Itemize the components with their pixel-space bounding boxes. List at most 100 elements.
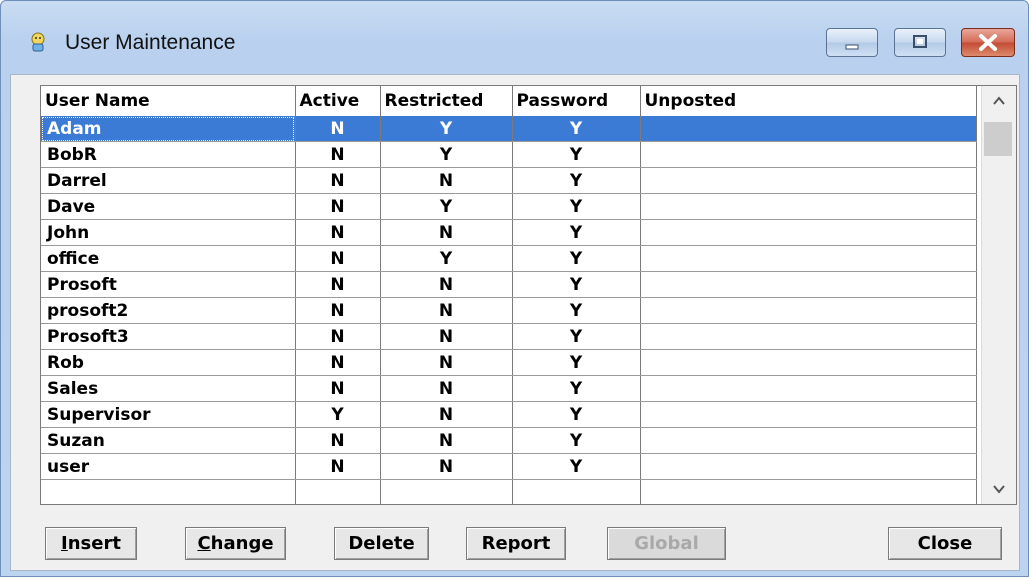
table-row[interactable]: Prosoft N N Y (41, 271, 977, 298)
change-button-label: hange (210, 533, 274, 554)
table-row[interactable]: Adam N Y Y (41, 116, 977, 142)
cell-unposted (640, 271, 977, 298)
cell-restricted: N (380, 427, 513, 454)
cell-user: Supervisor (41, 401, 296, 428)
cell-active: N (295, 141, 381, 168)
cell-active: N (295, 323, 381, 350)
cell-restricted: N (380, 401, 513, 428)
scrollbar-thumb[interactable] (984, 122, 1012, 156)
chevron-down-icon (982, 485, 1016, 504)
table-header-row: User Name Active Restricted Password Unp… (41, 86, 977, 116)
delete-button[interactable]: Delete (334, 527, 429, 560)
user-maintenance-window: User Maintenance User Name Active Restri… (0, 0, 1029, 577)
cell-unposted (640, 427, 977, 454)
table-row[interactable]: prosoft2 N N Y (41, 297, 977, 324)
cell-active: N (295, 297, 381, 324)
cell-unposted (640, 375, 977, 402)
cell-password: Y (512, 193, 641, 220)
maximize-button[interactable] (894, 28, 946, 57)
cell-restricted: N (380, 297, 513, 324)
insert-mnemonic: I (61, 533, 68, 554)
cell-user: John (41, 219, 296, 246)
cell-restricted: N (380, 375, 513, 402)
cell-password: Y (512, 167, 641, 194)
change-button[interactable]: Change (185, 527, 286, 560)
cell-user: Prosoft (41, 271, 296, 298)
cell-restricted: N (380, 349, 513, 376)
column-header-password[interactable]: Password (512, 86, 641, 116)
cell-active: N (295, 219, 381, 246)
table-row[interactable]: John N N Y (41, 219, 977, 246)
cell-user: Rob (41, 349, 296, 376)
close-window-button[interactable] (961, 28, 1015, 57)
column-header-user-name[interactable]: User Name (41, 86, 296, 116)
cell-password: Y (512, 297, 641, 324)
cell-restricted: N (380, 453, 513, 480)
cell-password: Y (512, 453, 641, 480)
window-title: User Maintenance (65, 31, 236, 54)
cell-unposted (640, 193, 977, 220)
table-row[interactable]: Prosoft3 N N Y (41, 323, 977, 350)
cell-active: N (295, 245, 381, 272)
cell-empty (640, 479, 977, 504)
table-row[interactable]: office N Y Y (41, 245, 977, 272)
table-row[interactable]: Suzan N N Y (41, 427, 977, 454)
cell-active: N (295, 271, 381, 298)
cell-active: N (295, 167, 381, 194)
dialog-client-area: User Name Active Restricted Password Unp… (10, 74, 1020, 571)
change-mnemonic: C (197, 533, 211, 554)
table-row[interactable]: Rob N N Y (41, 349, 977, 376)
title-bar[interactable]: User Maintenance (1, 1, 1028, 73)
column-header-unposted[interactable]: Unposted (640, 86, 977, 116)
minimize-icon (827, 29, 877, 56)
table-row[interactable]: BobR N Y Y (41, 141, 977, 168)
report-button[interactable]: Report (466, 527, 566, 560)
cell-active: N (295, 193, 381, 220)
scroll-up-button[interactable] (982, 86, 1016, 116)
cell-user: Sales (41, 375, 296, 402)
cell-active: N (295, 375, 381, 402)
table-row[interactable]: Darrel N N Y (41, 167, 977, 194)
maximize-icon (895, 29, 945, 56)
cell-restricted: Y (380, 141, 513, 168)
table-row[interactable]: Supervisor Y N Y (41, 401, 977, 428)
cell-empty (512, 479, 641, 504)
cell-password: Y (512, 401, 641, 428)
cell-user: prosoft2 (41, 297, 296, 324)
column-header-restricted[interactable]: Restricted (380, 86, 513, 116)
minimize-button[interactable] (826, 28, 878, 57)
user-list-grid[interactable]: User Name Active Restricted Password Unp… (40, 85, 1017, 505)
close-icon (962, 29, 1014, 56)
cell-restricted: N (380, 271, 513, 298)
cell-restricted: N (380, 219, 513, 246)
cell-unposted (640, 297, 977, 324)
table-row[interactable]: Sales N N Y (41, 375, 977, 402)
table-row[interactable]: user N N Y (41, 453, 977, 480)
cell-user: Suzan (41, 427, 296, 454)
vertical-scrollbar[interactable] (981, 86, 1016, 504)
insert-button-label: nsert (67, 533, 121, 554)
cell-user: Darrel (41, 167, 296, 194)
column-header-active[interactable]: Active (295, 86, 381, 116)
cell-password: Y (512, 427, 641, 454)
cell-password: Y (512, 219, 641, 246)
cell-active: N (295, 349, 381, 376)
insert-button[interactable]: Insert (45, 527, 137, 560)
cell-password: Y (512, 375, 641, 402)
scroll-down-button[interactable] (982, 474, 1016, 504)
cell-unposted (640, 219, 977, 246)
cell-password: Y (512, 116, 641, 142)
cell-password: Y (512, 271, 641, 298)
cell-active: N (295, 427, 381, 454)
cell-empty (41, 479, 296, 504)
user-table: User Name Active Restricted Password Unp… (41, 86, 977, 504)
close-button[interactable]: Close (888, 527, 1002, 560)
cell-unposted (640, 167, 977, 194)
cell-restricted: Y (380, 116, 513, 142)
table-row-empty (41, 479, 977, 504)
cell-unposted (640, 116, 977, 142)
table-row[interactable]: Dave N Y Y (41, 193, 977, 220)
cell-password: Y (512, 349, 641, 376)
cell-unposted (640, 349, 977, 376)
cell-password: Y (512, 141, 641, 168)
